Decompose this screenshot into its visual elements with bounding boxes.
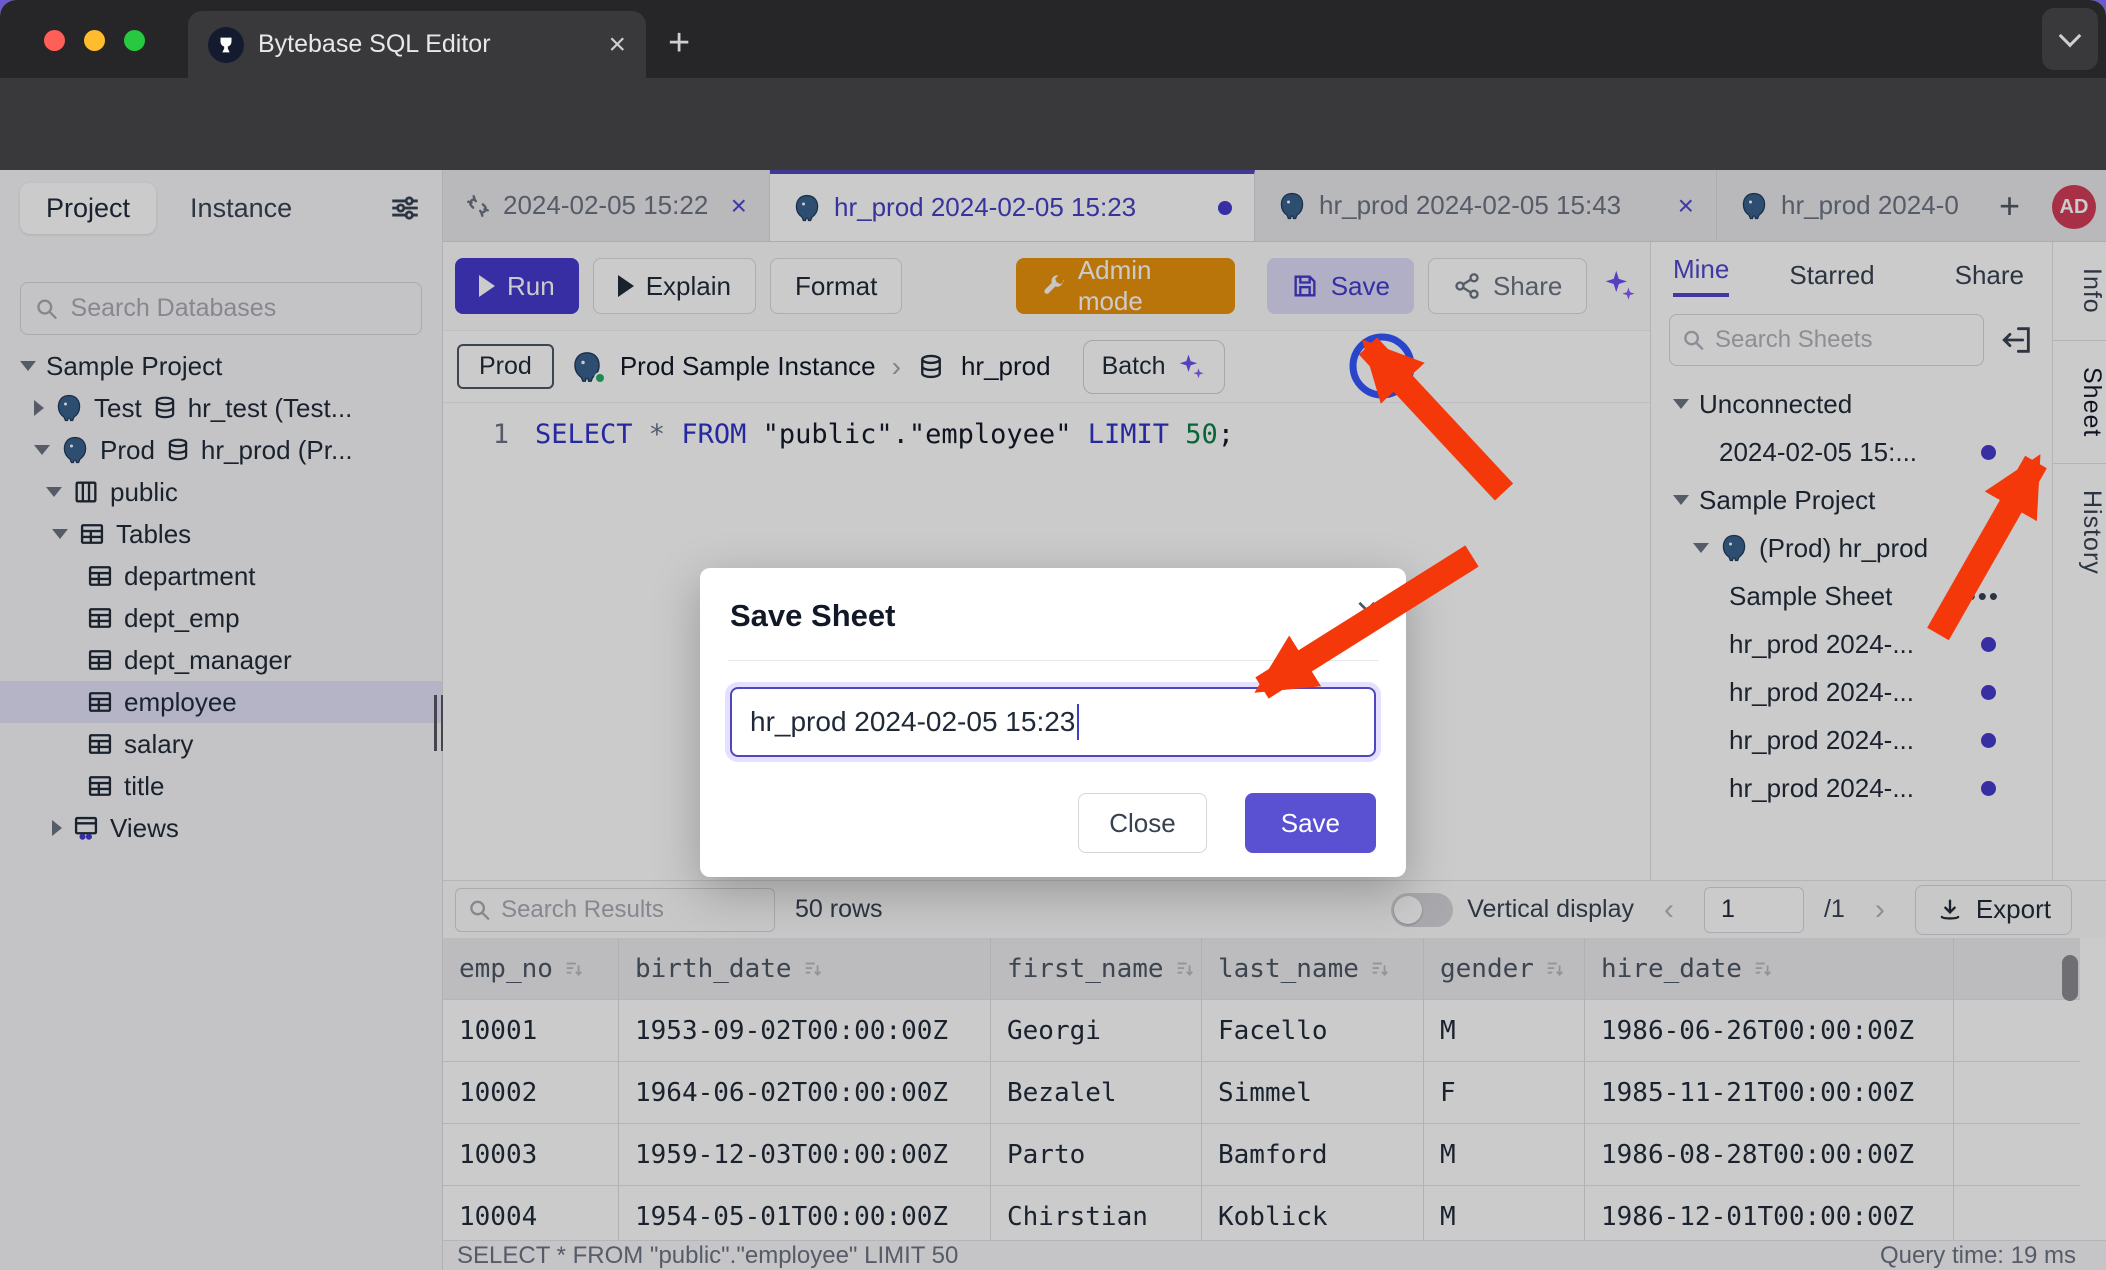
browser-titlebar: Bytebase SQL Editor × +	[0, 0, 2106, 78]
browser-tab-close-icon[interactable]: ×	[608, 30, 626, 60]
dialog-save-button[interactable]: Save	[1245, 793, 1376, 853]
window-close-button[interactable]	[44, 30, 65, 51]
browser-toolbar: localhost:8080/sql-editor/prod-sample-in…	[0, 78, 2106, 170]
browser-window: Bytebase SQL Editor × + localhost:8080/s…	[0, 0, 2106, 1270]
sheet-name-input[interactable]: hr_prod 2024-02-05 15:23	[730, 687, 1376, 757]
new-tab-button[interactable]: +	[668, 22, 690, 65]
browser-tab[interactable]: Bytebase SQL Editor ×	[188, 11, 646, 78]
dialog-close-icon[interactable]: ×	[1356, 592, 1378, 630]
browser-tab-title: Bytebase SQL Editor	[258, 30, 594, 59]
dialog-close-button[interactable]: Close	[1078, 793, 1206, 853]
tab-search-button[interactable]	[2042, 8, 2098, 70]
divider	[728, 660, 1378, 661]
dialog-title: Save Sheet	[730, 598, 1376, 634]
window-minimize-button[interactable]	[84, 30, 105, 51]
chevron-down-icon	[2059, 25, 2082, 48]
bytebase-favicon	[208, 27, 244, 63]
text-caret	[1077, 704, 1079, 740]
window-zoom-button[interactable]	[124, 30, 145, 51]
save-sheet-dialog: Save Sheet × hr_prod 2024-02-05 15:23 Cl…	[700, 568, 1406, 877]
